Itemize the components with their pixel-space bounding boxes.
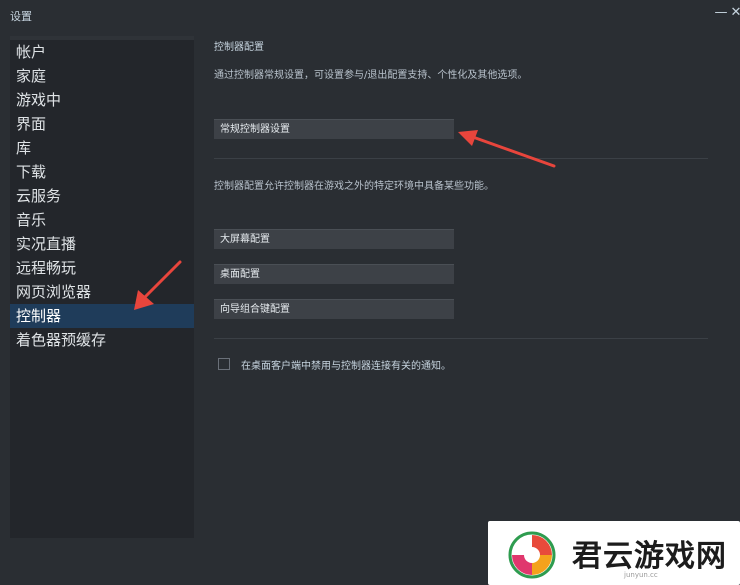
- settings-content: 控制器配置 通过控制器常规设置，可设置参与/退出配置支持、个性化及其他选项。 常…: [200, 30, 728, 538]
- desktop-config-button[interactable]: 桌面配置: [214, 264, 454, 284]
- sidebar-item-family[interactable]: 家庭: [10, 64, 194, 88]
- sidebar-item-library[interactable]: 库: [10, 136, 194, 160]
- annotation-arrow-icon: [458, 130, 556, 168]
- disable-notification-checkbox[interactable]: [218, 358, 230, 370]
- sidebar-item-shader-cache[interactable]: 着色器预缓存: [10, 328, 194, 352]
- title-bar: 设置 — ✕: [0, 0, 740, 30]
- sidebar-item-interface[interactable]: 界面: [10, 112, 194, 136]
- sidebar-item-broadcasting[interactable]: 实况直播: [10, 232, 194, 256]
- big-picture-config-button[interactable]: 大屏幕配置: [214, 229, 454, 249]
- sidebar-item-in-game[interactable]: 游戏中: [10, 88, 194, 112]
- sidebar-item-cloud[interactable]: 云服务: [10, 184, 194, 208]
- watermark-text: 君云游戏网: [572, 539, 727, 574]
- minimize-button[interactable]: —: [714, 6, 728, 20]
- general-controller-settings-button[interactable]: 常规控制器设置: [214, 119, 454, 139]
- disable-notification-label: 在桌面客户端中禁用与控制器连接有关的通知。: [241, 361, 451, 372]
- guide-chord-config-button[interactable]: 向导组合键配置: [214, 299, 454, 319]
- divider: [214, 338, 708, 339]
- sidebar-item-account[interactable]: 帐户: [10, 40, 194, 64]
- config-description: 控制器配置允许控制器在游戏之外的特定环境中具备某些功能。: [214, 181, 494, 192]
- section-heading: 控制器配置: [214, 42, 264, 53]
- sidebar-item-music[interactable]: 音乐: [10, 208, 194, 232]
- sidebar-item-downloads[interactable]: 下载: [10, 160, 194, 184]
- watermark-url: junyun.cc: [624, 571, 658, 579]
- window-title: 设置: [10, 10, 32, 23]
- section-description: 通过控制器常规设置，可设置参与/退出配置支持、个性化及其他选项。: [214, 70, 528, 81]
- watermark: 君云游戏网 junyun.cc: [488, 521, 740, 585]
- annotation-arrow-icon: [134, 260, 182, 310]
- close-button[interactable]: ✕: [729, 6, 740, 20]
- watermark-logo-icon: [508, 531, 556, 579]
